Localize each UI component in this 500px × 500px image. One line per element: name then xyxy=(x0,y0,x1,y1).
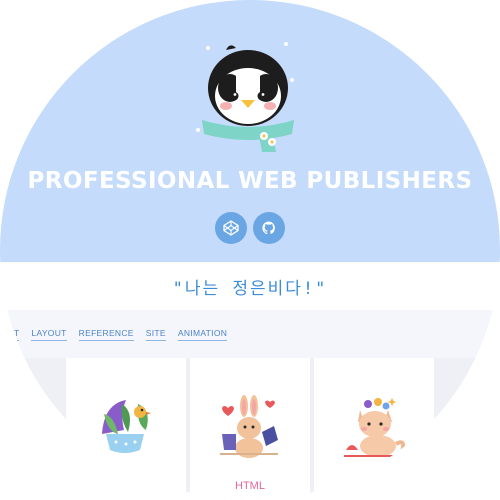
category-nav: PT LAYOUT REFERENCE SITE ANIMATION xyxy=(0,310,500,358)
github-link[interactable] xyxy=(253,212,285,244)
plant-bird-illustration-icon xyxy=(102,400,155,453)
card-label: HTML xyxy=(235,480,265,492)
cat-illustration-icon xyxy=(344,398,406,457)
card-item[interactable]: HTML xyxy=(190,358,310,500)
penguin-mascot-icon xyxy=(202,45,294,152)
nav-item-layout[interactable]: LAYOUT xyxy=(31,328,67,341)
card-item[interactable] xyxy=(314,358,434,500)
card-item[interactable] xyxy=(66,358,186,500)
hero-section: PROFESSIONAL WEB PUBLISHERS xyxy=(0,0,500,262)
nav-item-reference[interactable]: REFERENCE xyxy=(78,328,134,341)
nav-item-site[interactable]: SITE xyxy=(145,328,166,341)
github-icon xyxy=(262,221,275,235)
codepen-icon xyxy=(223,220,239,236)
nav-item-pt[interactable]: PT xyxy=(8,328,20,341)
social-links xyxy=(0,212,500,244)
page-viewport: PROFESSIONAL WEB PUBLISHERS "나는 정은비다!" P… xyxy=(0,0,500,500)
quote-text: "나는 정은비다!" xyxy=(172,279,328,299)
nav-item-animation[interactable]: ANIMATION xyxy=(177,328,228,341)
bunny-illustration-icon xyxy=(220,395,278,458)
codepen-link[interactable] xyxy=(215,212,247,244)
page-title: PROFESSIONAL WEB PUBLISHERS xyxy=(27,168,473,194)
